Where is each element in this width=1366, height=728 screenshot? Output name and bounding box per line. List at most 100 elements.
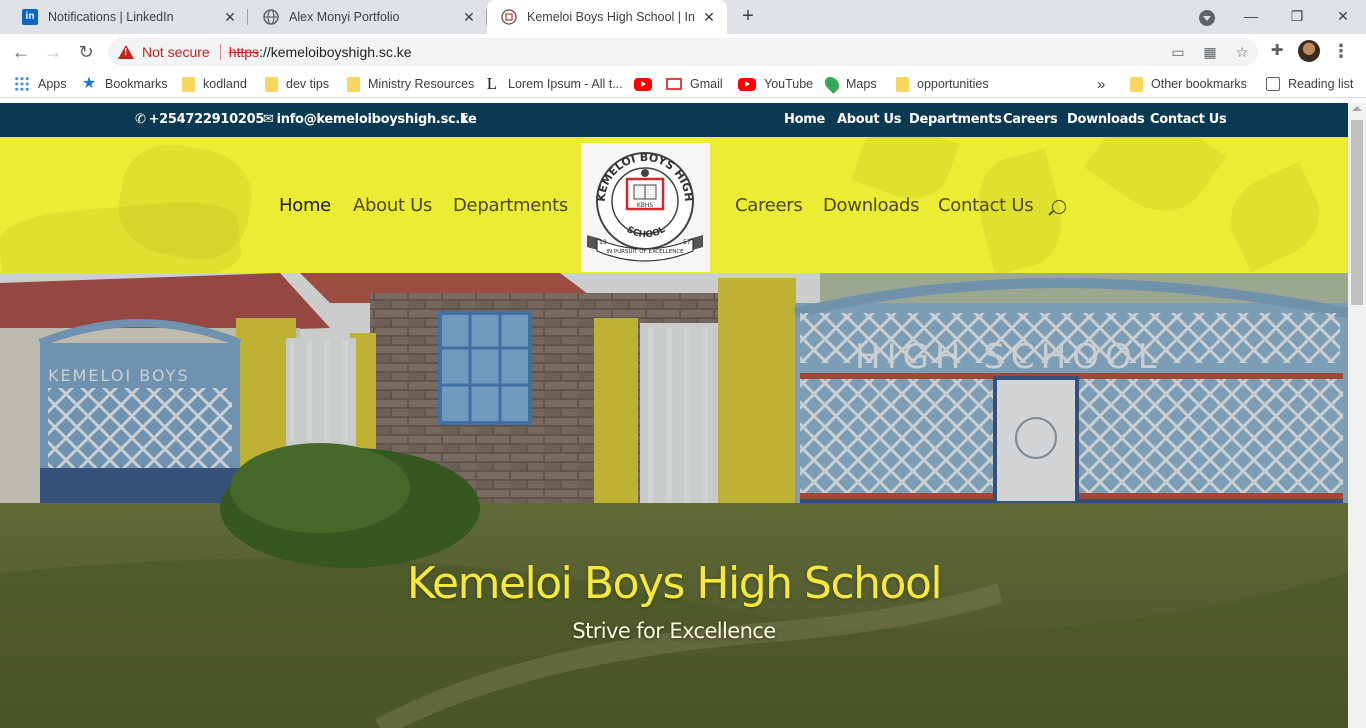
mainnav-downloads[interactable]: Downloads <box>823 195 919 216</box>
folder-icon <box>265 76 278 92</box>
bookmark-apps[interactable]: Apps <box>14 70 67 98</box>
warning-icon <box>118 45 134 59</box>
logo-figure <box>641 169 649 177</box>
bookmark-ministry-resources[interactable]: Ministry Resources <box>347 70 474 98</box>
url-host: ://kemeloiboyshigh.sc.ke <box>259 44 412 60</box>
menu-kebab-icon[interactable]: ⋮ <box>1330 40 1352 62</box>
topnav-departments[interactable]: Departments <box>909 103 1002 137</box>
topnav-contact-us[interactable]: Contact Us <box>1150 103 1227 137</box>
mainnav-about-us[interactable]: About Us <box>353 195 432 216</box>
bookmark-dev-tips[interactable]: dev tips <box>265 70 329 98</box>
close-window-icon[interactable]: ✕ <box>1320 0 1366 34</box>
lorem-icon: L <box>486 74 498 93</box>
back-arrow-icon[interactable]: ← <box>8 40 34 64</box>
minimize-icon[interactable]: — <box>1228 0 1274 34</box>
email-link[interactable]: ✉ info@kemeloiboyshigh.sc.ke <box>263 103 477 137</box>
omnibox-actions: ▭ ▦ ☆ <box>1162 38 1258 66</box>
envelope-icon: ✉ <box>263 112 274 127</box>
topnav-about-us[interactable]: About Us <box>837 103 901 137</box>
reading-list-label: Reading list <box>1288 77 1354 91</box>
tab-title: Alex Monyi Portfolio <box>289 10 400 24</box>
apps-grid-icon <box>14 76 30 92</box>
hero-background-photo: KEMELOI BOYS HIGH SCHOOL <box>0 273 1348 728</box>
reload-icon[interactable]: ↻ <box>73 40 99 64</box>
browser-toolbar: ← → ↻ Not secure https ://kemeloiboyshig… <box>0 34 1366 70</box>
restore-icon[interactable]: ❐ <box>1274 0 1320 34</box>
tab-portfolio[interactable]: Alex Monyi Portfolio ✕ <box>249 0 487 34</box>
folder-icon <box>347 76 360 92</box>
close-tab-icon[interactable]: ✕ <box>222 9 238 25</box>
tab-linkedin[interactable]: in Notifications | LinkedIn ✕ <box>8 0 248 34</box>
qr-code-icon[interactable]: ▦ <box>1194 44 1226 61</box>
hero-banner: KEMELOI BOYS HIGH SCHOOL Kemeloi Boys Hi… <box>0 273 1348 728</box>
extensions-area: ✚ ⋮ <box>1266 40 1352 62</box>
topnav-careers[interactable]: Careers <box>1003 103 1058 137</box>
bookmark-label: Gmail <box>690 77 723 91</box>
phone-number: +254722910205 <box>148 112 265 127</box>
logo-year-right: 57 <box>683 239 691 246</box>
new-tab-button[interactable]: + <box>736 6 760 28</box>
youtube-icon <box>738 77 756 91</box>
logo-motto: IN PURSUIT OF EXCELLENCE <box>606 249 684 255</box>
phone-link[interactable]: ✆ +254722910205 <box>135 103 264 137</box>
bookmark-kodland[interactable]: kodland <box>182 70 247 98</box>
scrollbar-thumb[interactable] <box>1351 120 1363 305</box>
address-bar[interactable]: Not secure https ://kemeloiboyshigh.sc.k… <box>108 38 1258 66</box>
tab-title: Kemeloi Boys High School | In Pu <box>527 10 695 24</box>
topnav-downloads[interactable]: Downloads <box>1067 103 1145 137</box>
more-bookmarks-chevron[interactable]: » <box>1097 70 1105 98</box>
site-top-bar: ✆ +254722910205 ✉ info@kemeloiboyshigh.sc.… <box>0 103 1348 137</box>
bookmark-label: Ministry Resources <box>368 77 475 91</box>
search-icon[interactable] <box>1052 200 1066 214</box>
security-label[interactable]: Not secure <box>142 44 210 60</box>
facebook-icon[interactable]: f <box>461 103 467 137</box>
mainnav-departments[interactable]: Departments <box>453 195 568 216</box>
school-crest-icon <box>501 9 517 25</box>
linkedin-icon: in <box>22 9 38 25</box>
school-logo[interactable]: KEMELOI BOYS HIGH SCHOOL KBHS IN PURSUIT… <box>581 143 710 272</box>
bookmark-label: opportunities <box>917 77 989 91</box>
reading-list[interactable]: Reading list <box>1266 70 1353 98</box>
logo-initials: KBHS <box>637 202 654 209</box>
bookmark-lorem-ipsum[interactable]: L Lorem Ipsum - All t... <box>484 70 623 98</box>
browser-tab-strip: in Notifications | LinkedIn ✕ Alex Monyi… <box>0 0 1366 34</box>
bookmark-bookmarks[interactable]: ★ Bookmarks <box>81 70 168 98</box>
tab-search-icon[interactable] <box>1199 10 1215 26</box>
bookmark-gmail[interactable]: Gmail <box>666 70 723 98</box>
extensions-puzzle-icon[interactable]: ✚ <box>1266 40 1288 62</box>
url-scheme: https <box>228 44 260 60</box>
cast-icon[interactable]: ▭ <box>1162 44 1194 61</box>
bookmark-star-icon[interactable]: ☆ <box>1226 44 1258 61</box>
mainnav-contact-us[interactable]: Contact Us <box>938 195 1034 216</box>
logo-year-left: 19 <box>599 239 607 246</box>
close-tab-icon[interactable]: ✕ <box>461 9 477 25</box>
bookmark-label: kodland <box>203 77 247 91</box>
maps-icon <box>822 74 842 94</box>
folder-icon <box>1130 76 1143 92</box>
scroll-up-arrow-icon[interactable] <box>1352 106 1362 111</box>
gmail-icon <box>666 78 682 90</box>
divider <box>219 44 221 60</box>
close-tab-icon[interactable]: ✕ <box>701 9 717 25</box>
folder-icon <box>896 76 909 92</box>
mainnav-careers[interactable]: Careers <box>735 195 803 216</box>
forward-arrow-icon[interactable]: → <box>40 40 66 64</box>
topnav-home[interactable]: Home <box>784 103 825 137</box>
mainnav-home[interactable]: Home <box>279 195 331 216</box>
bookmark-youtube-icon-only[interactable] <box>634 70 660 98</box>
bookmark-label: Bookmarks <box>105 77 168 91</box>
bookmark-youtube[interactable]: YouTube <box>738 70 813 98</box>
star-icon: ★ <box>81 75 97 92</box>
leaf-decoration <box>0 196 244 273</box>
profile-avatar[interactable] <box>1298 40 1320 62</box>
bookmark-label: Lorem Ipsum - All t... <box>508 77 623 91</box>
bookmark-maps[interactable]: Maps <box>822 70 877 98</box>
youtube-icon <box>634 77 652 91</box>
bookmark-opportunities[interactable]: opportunities <box>896 70 989 98</box>
hero-subtitle: Strive for Excellence <box>572 619 776 643</box>
bookmark-label: dev tips <box>286 77 330 91</box>
tab-kemeloi[interactable]: Kemeloi Boys High School | In Pu ✕ <box>487 0 727 34</box>
bookmark-other-bookmarks[interactable]: Other bookmarks <box>1130 70 1247 98</box>
email-address: info@kemeloiboyshigh.sc.ke <box>276 112 477 127</box>
bookmark-label: Apps <box>38 77 67 91</box>
